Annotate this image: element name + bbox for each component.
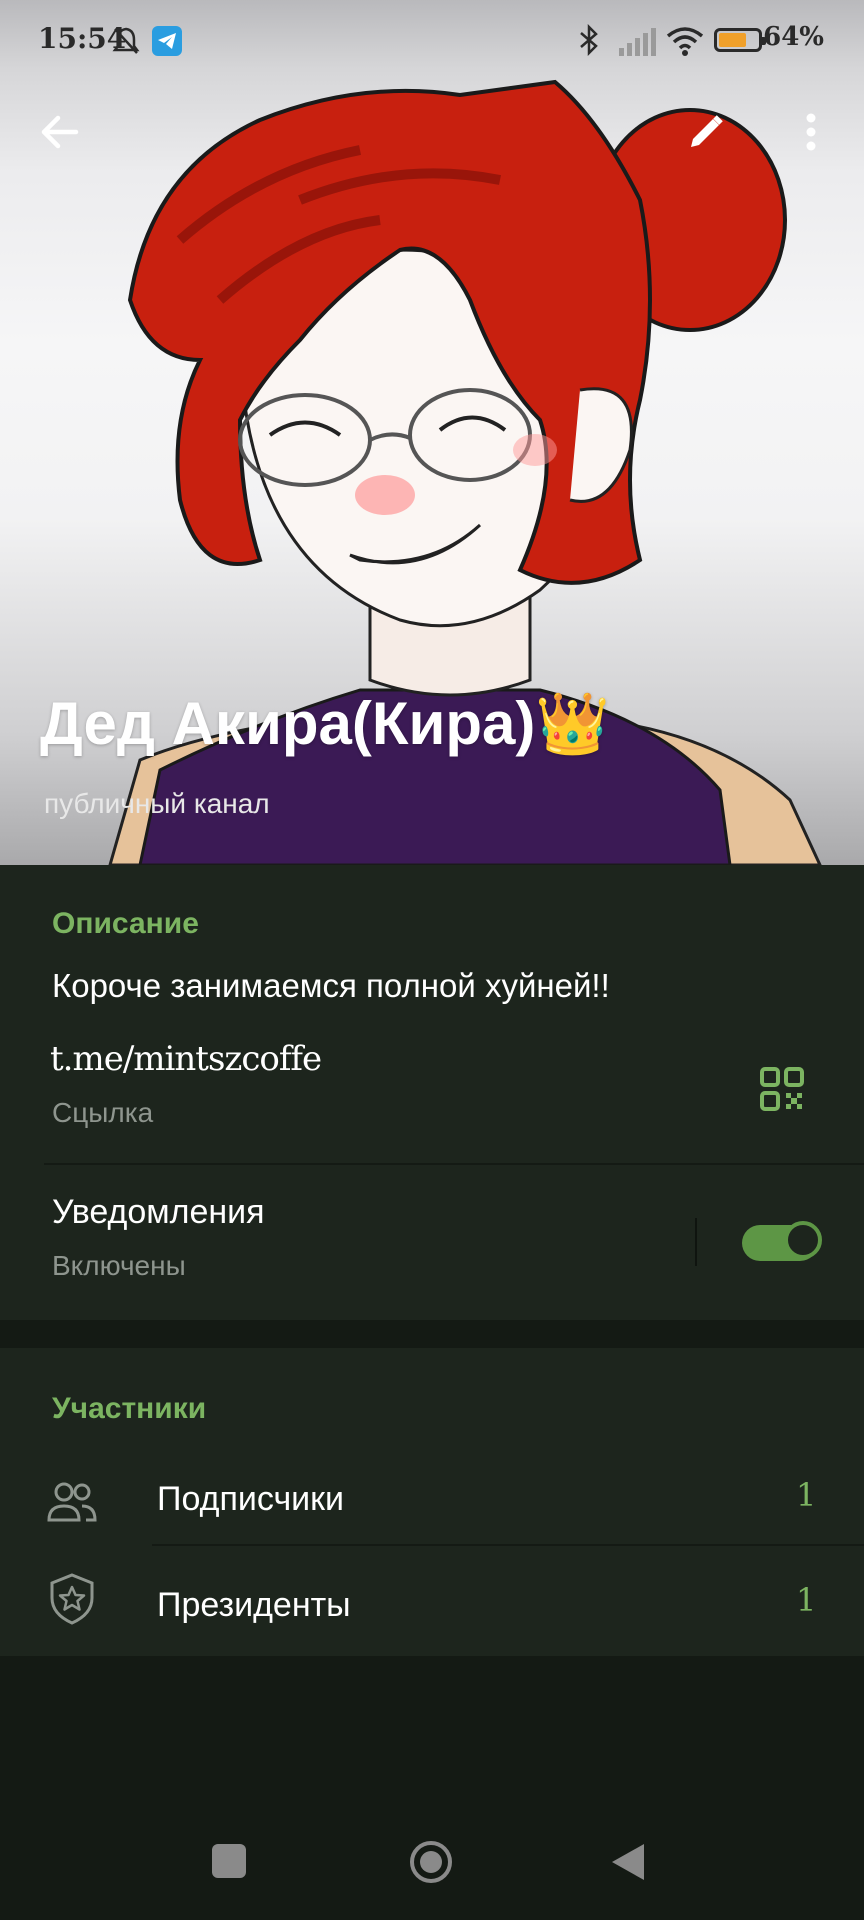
- notifications-row[interactable]: Уведомления Включены: [0, 1165, 864, 1320]
- more-menu-button[interactable]: [775, 96, 847, 168]
- back-arrow-icon: [41, 115, 79, 149]
- presidents-label: Президенты: [157, 1586, 351, 1624]
- back-button[interactable]: [24, 96, 96, 168]
- description-text: Короче занимаемся полной хуйней!!: [52, 967, 610, 1004]
- shield-star-icon: [50, 1573, 94, 1625]
- circle-icon: [410, 1841, 452, 1883]
- description-label: Описание: [52, 907, 199, 940]
- battery-percent: 64%: [763, 22, 824, 52]
- info-card: Описание Короче занимаемся полной хуйней…: [0, 865, 864, 1320]
- notifications-status: Включены: [52, 1250, 186, 1281]
- channel-title: Дед Акира(Кира)👑: [40, 690, 611, 757]
- telegram-icon: [152, 26, 182, 56]
- presidents-count: 1: [796, 1581, 817, 1619]
- wifi-icon: [666, 26, 704, 61]
- qr-code-button[interactable]: [760, 1067, 808, 1115]
- qr-code-icon: [760, 1067, 804, 1111]
- toggle-divider: [695, 1218, 697, 1266]
- subscribers-label: Подписчики: [157, 1480, 345, 1518]
- channel-link[interactable]: t.me/mintszcoffe: [50, 1039, 322, 1079]
- battery-icon: [714, 28, 766, 52]
- dnd-bell-icon: [112, 26, 140, 61]
- recents-button[interactable]: [212, 1844, 246, 1878]
- signal-icon: [618, 28, 658, 61]
- system-nav-bar: [0, 1800, 864, 1920]
- divider: [152, 1544, 864, 1546]
- link-label: Сцылка: [52, 1097, 154, 1128]
- link-row[interactable]: t.me/mintszcoffe Сцылка: [0, 1025, 864, 1160]
- toggle-knob: [784, 1221, 822, 1259]
- subscribers-row[interactable]: Подписчики 1: [0, 1448, 864, 1558]
- bluetooth-icon: [578, 23, 600, 61]
- triangle-back-icon: [612, 1844, 644, 1880]
- channel-type: публичный канал: [44, 788, 270, 819]
- notifications-title: Уведомления: [52, 1193, 265, 1231]
- pencil-icon: [691, 115, 723, 147]
- back-nav-button[interactable]: [610, 1842, 646, 1882]
- home-button[interactable]: [409, 1840, 453, 1884]
- members-label: Участники: [52, 1392, 207, 1425]
- presidents-row[interactable]: Президенты 1: [0, 1548, 864, 1656]
- notifications-toggle[interactable]: [742, 1221, 822, 1261]
- profile-header: 15:54 64% Дед Акира(Кира)👑 публичный кан…: [0, 0, 864, 865]
- status-bar: 15:54 64%: [0, 0, 864, 80]
- more-vertical-icon: [806, 113, 816, 151]
- people-icon: [47, 1482, 97, 1522]
- members-card: Участники Подписчики 1 Президенты 1: [0, 1348, 864, 1656]
- subscribers-count: 1: [796, 1476, 817, 1514]
- section-gap: [0, 1320, 864, 1348]
- edit-button[interactable]: [670, 96, 742, 168]
